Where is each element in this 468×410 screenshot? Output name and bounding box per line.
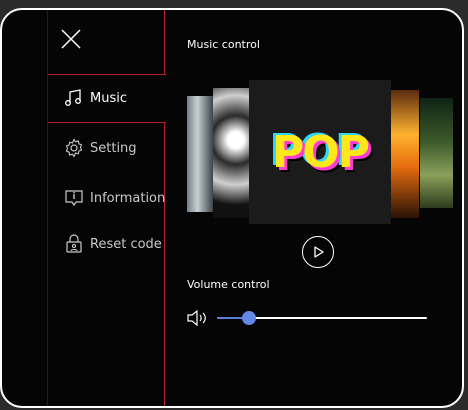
sidebar-divider — [47, 366, 48, 406]
sidebar-item-label: Information — [90, 190, 166, 206]
sidebar-divider — [48, 122, 166, 123]
volume-track[interactable] — [217, 311, 427, 325]
sidebar-item-music[interactable]: Music — [64, 88, 127, 108]
play-button[interactable] — [302, 236, 334, 268]
music-control-title: Music control — [187, 38, 260, 51]
volume-control-title: Volume control — [187, 278, 270, 291]
close-button[interactable] — [60, 28, 92, 60]
lock-icon — [64, 234, 84, 254]
album-cover-text: POP — [272, 126, 370, 178]
album-cover[interactable] — [391, 90, 419, 218]
close-icon — [61, 29, 81, 49]
sidebar-divider — [164, 10, 165, 74]
gear-icon — [64, 138, 84, 158]
speaker-icon — [187, 309, 209, 330]
sidebar: Music Setting Information Reset code — [47, 10, 168, 406]
sidebar-divider — [164, 122, 165, 406]
sidebar-item-label: Setting — [90, 140, 137, 156]
sidebar-item-label: Reset code — [90, 236, 162, 252]
album-cover[interactable] — [420, 98, 453, 208]
device-frame: Music Setting Information Reset code Mus… — [0, 8, 464, 408]
info-icon — [64, 188, 84, 208]
sidebar-item-information[interactable]: Information — [64, 188, 165, 208]
album-carousel[interactable]: POP — [187, 80, 453, 230]
sidebar-item-label: Music — [90, 90, 127, 106]
play-icon — [314, 246, 324, 258]
sidebar-item-reset-code[interactable]: Reset code — [64, 234, 162, 254]
music-note-icon — [64, 88, 84, 108]
volume-thumb[interactable] — [241, 311, 256, 325]
album-cover[interactable] — [187, 96, 213, 212]
sidebar-item-setting[interactable]: Setting — [64, 138, 137, 158]
album-cover[interactable] — [213, 88, 251, 218]
sidebar-divider — [48, 74, 166, 75]
album-cover-selected[interactable]: POP — [249, 80, 391, 224]
volume-slider[interactable] — [187, 308, 431, 328]
